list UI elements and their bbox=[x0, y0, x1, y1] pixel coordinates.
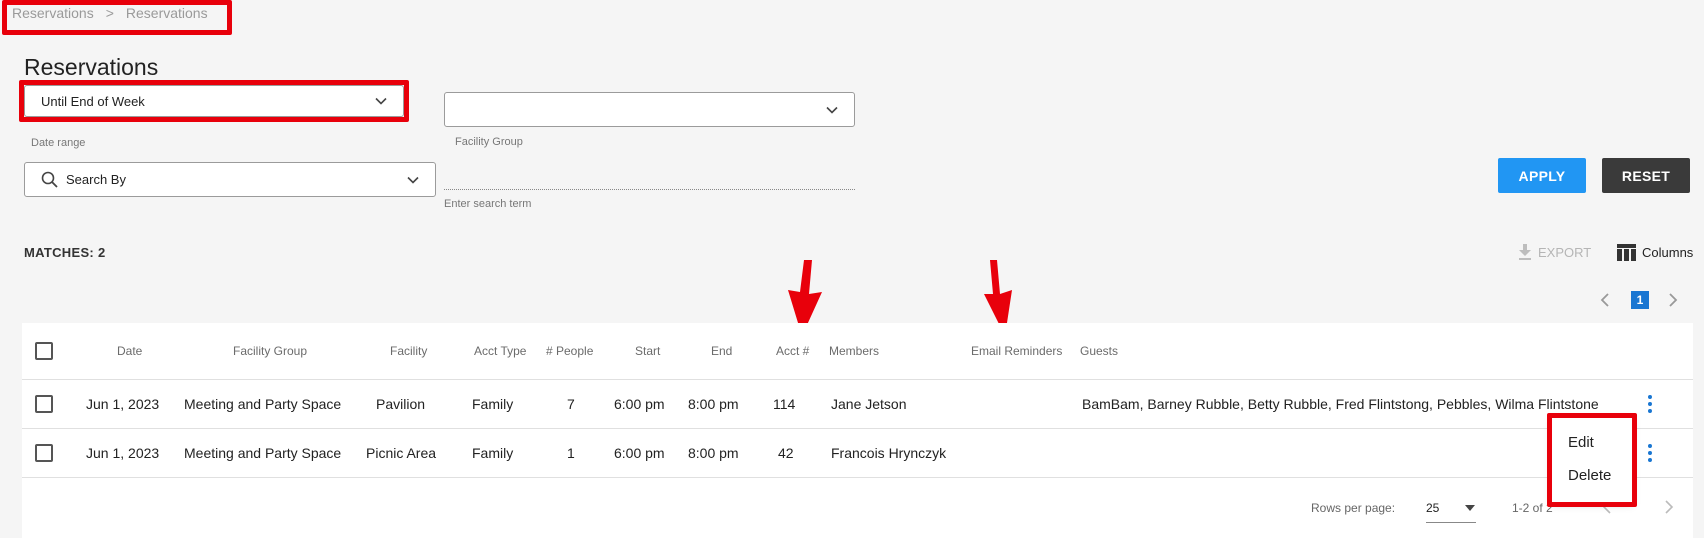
cell-people: 7 bbox=[567, 396, 575, 412]
table-row[interactable]: Jun 1, 2023 Meeting and Party Space Picn… bbox=[22, 429, 1693, 478]
cell-facility-group: Meeting and Party Space bbox=[184, 445, 342, 461]
cell-members: Jane Jetson bbox=[831, 396, 907, 412]
pagination-range: 1-2 of 2 bbox=[1512, 501, 1553, 515]
column-header-people[interactable]: # People bbox=[546, 323, 593, 379]
column-header-members[interactable]: Members bbox=[829, 323, 879, 379]
breadcrumb-item-reservations[interactable]: Reservations bbox=[12, 5, 94, 21]
columns-button[interactable]: Columns bbox=[1617, 244, 1693, 261]
cell-acct-type: Family bbox=[472, 396, 514, 412]
checkbox-box bbox=[35, 395, 53, 413]
matches-count: MATCHES: 2 bbox=[24, 245, 106, 260]
export-label: EXPORT bbox=[1538, 244, 1592, 260]
column-header-date[interactable]: Date bbox=[117, 323, 142, 379]
reset-button[interactable]: RESET bbox=[1602, 158, 1690, 193]
cell-end: 8:00 pm bbox=[688, 445, 739, 461]
cell-people: 1 bbox=[567, 445, 575, 461]
cell-facility: Picnic Area bbox=[366, 445, 437, 461]
column-header-facility-group[interactable]: Facility Group bbox=[233, 323, 307, 379]
footer-next-page-icon[interactable] bbox=[1664, 500, 1674, 514]
chevron-down-icon bbox=[826, 106, 838, 114]
chevron-down-icon bbox=[407, 176, 419, 184]
next-page-icon[interactable] bbox=[1667, 293, 1679, 307]
kebab-menu-icon bbox=[1648, 444, 1652, 462]
cell-acct-number: 42 bbox=[778, 445, 794, 461]
page-title: Reservations bbox=[24, 54, 159, 80]
select-all-checkbox[interactable] bbox=[35, 323, 53, 379]
breadcrumb-separator: > bbox=[105, 5, 114, 21]
column-header-guests[interactable]: Guests bbox=[1080, 323, 1118, 379]
prev-page-icon[interactable] bbox=[1599, 293, 1611, 307]
breadcrumb: Reservations > Reservations bbox=[12, 5, 208, 21]
columns-icon bbox=[1617, 244, 1636, 261]
search-term-input[interactable] bbox=[444, 166, 855, 190]
menu-item-edit[interactable]: Edit bbox=[1552, 426, 1632, 459]
checkbox-box bbox=[35, 444, 53, 462]
caret-down-icon bbox=[1465, 504, 1475, 511]
reservations-table: Date Facility Group Facility Acct Type #… bbox=[22, 323, 1693, 538]
search-by-select[interactable]: Search By bbox=[24, 162, 436, 197]
row-checkbox[interactable] bbox=[35, 429, 53, 477]
date-range-value: Until End of Week bbox=[41, 93, 145, 109]
cell-facility: Pavilion bbox=[376, 396, 426, 412]
cell-end: 8:00 pm bbox=[688, 396, 739, 412]
cell-acct-number: 114 bbox=[773, 396, 796, 412]
search-by-content: Search By bbox=[41, 171, 126, 188]
cell-acct-type: Family bbox=[472, 445, 514, 461]
table-footer: Rows per page: 25 1-2 of 2 bbox=[22, 478, 1693, 538]
download-icon bbox=[1519, 244, 1531, 260]
cell-start: 6:00 pm bbox=[614, 445, 665, 461]
row-actions-menu: Edit Delete bbox=[1552, 418, 1632, 502]
date-range-select[interactable]: Until End of Week bbox=[24, 85, 404, 117]
rows-per-page-value: 25 bbox=[1426, 500, 1440, 515]
row-checkbox[interactable] bbox=[35, 380, 53, 428]
row-actions-button[interactable] bbox=[1648, 380, 1652, 428]
cell-members: Francois Hrynczyk bbox=[831, 445, 947, 461]
cell-facility-group: Meeting and Party Space bbox=[184, 396, 342, 412]
footer-prev-page-icon[interactable] bbox=[1602, 500, 1612, 514]
facility-group-select[interactable] bbox=[444, 92, 855, 127]
table-row[interactable]: Jun 1, 2023 Meeting and Party Space Pavi… bbox=[22, 380, 1693, 429]
cell-guests: BamBam, Barney Rubble, Betty Rubble, Fre… bbox=[1082, 396, 1599, 412]
page-number-current[interactable]: 1 bbox=[1631, 291, 1649, 309]
row-actions-button[interactable] bbox=[1648, 429, 1652, 477]
column-header-start[interactable]: Start bbox=[635, 323, 660, 379]
date-range-label: Date range bbox=[31, 137, 86, 149]
column-header-acct-number[interactable]: Acct # bbox=[776, 323, 809, 379]
search-term-placeholder: Enter search term bbox=[444, 198, 532, 210]
column-header-email-reminders[interactable]: Email Reminders bbox=[971, 323, 1062, 379]
columns-label: Columns bbox=[1642, 245, 1694, 260]
menu-item-delete[interactable]: Delete bbox=[1552, 459, 1632, 492]
cell-date: Jun 1, 2023 bbox=[86, 396, 160, 412]
rows-per-page-select[interactable]: 25 bbox=[1426, 493, 1476, 523]
export-button[interactable]: EXPORT bbox=[1518, 244, 1591, 260]
table-header-row: Date Facility Group Facility Acct Type #… bbox=[22, 323, 1693, 380]
column-header-end[interactable]: End bbox=[711, 323, 732, 379]
chevron-down-icon bbox=[375, 97, 387, 105]
apply-button[interactable]: APPLY bbox=[1498, 158, 1586, 193]
search-by-value: Search By bbox=[66, 172, 126, 187]
cell-start: 6:00 pm bbox=[614, 396, 665, 412]
facility-group-label: Facility Group bbox=[455, 136, 523, 148]
column-header-facility[interactable]: Facility bbox=[390, 323, 427, 379]
breadcrumb-item-current: Reservations bbox=[125, 5, 208, 21]
search-icon bbox=[41, 171, 58, 188]
rows-per-page-label: Rows per page: bbox=[1311, 501, 1396, 515]
kebab-menu-icon bbox=[1648, 395, 1652, 413]
checkbox-box bbox=[35, 342, 53, 360]
column-header-acct-type[interactable]: Acct Type bbox=[474, 323, 526, 379]
cell-date: Jun 1, 2023 bbox=[86, 445, 160, 461]
